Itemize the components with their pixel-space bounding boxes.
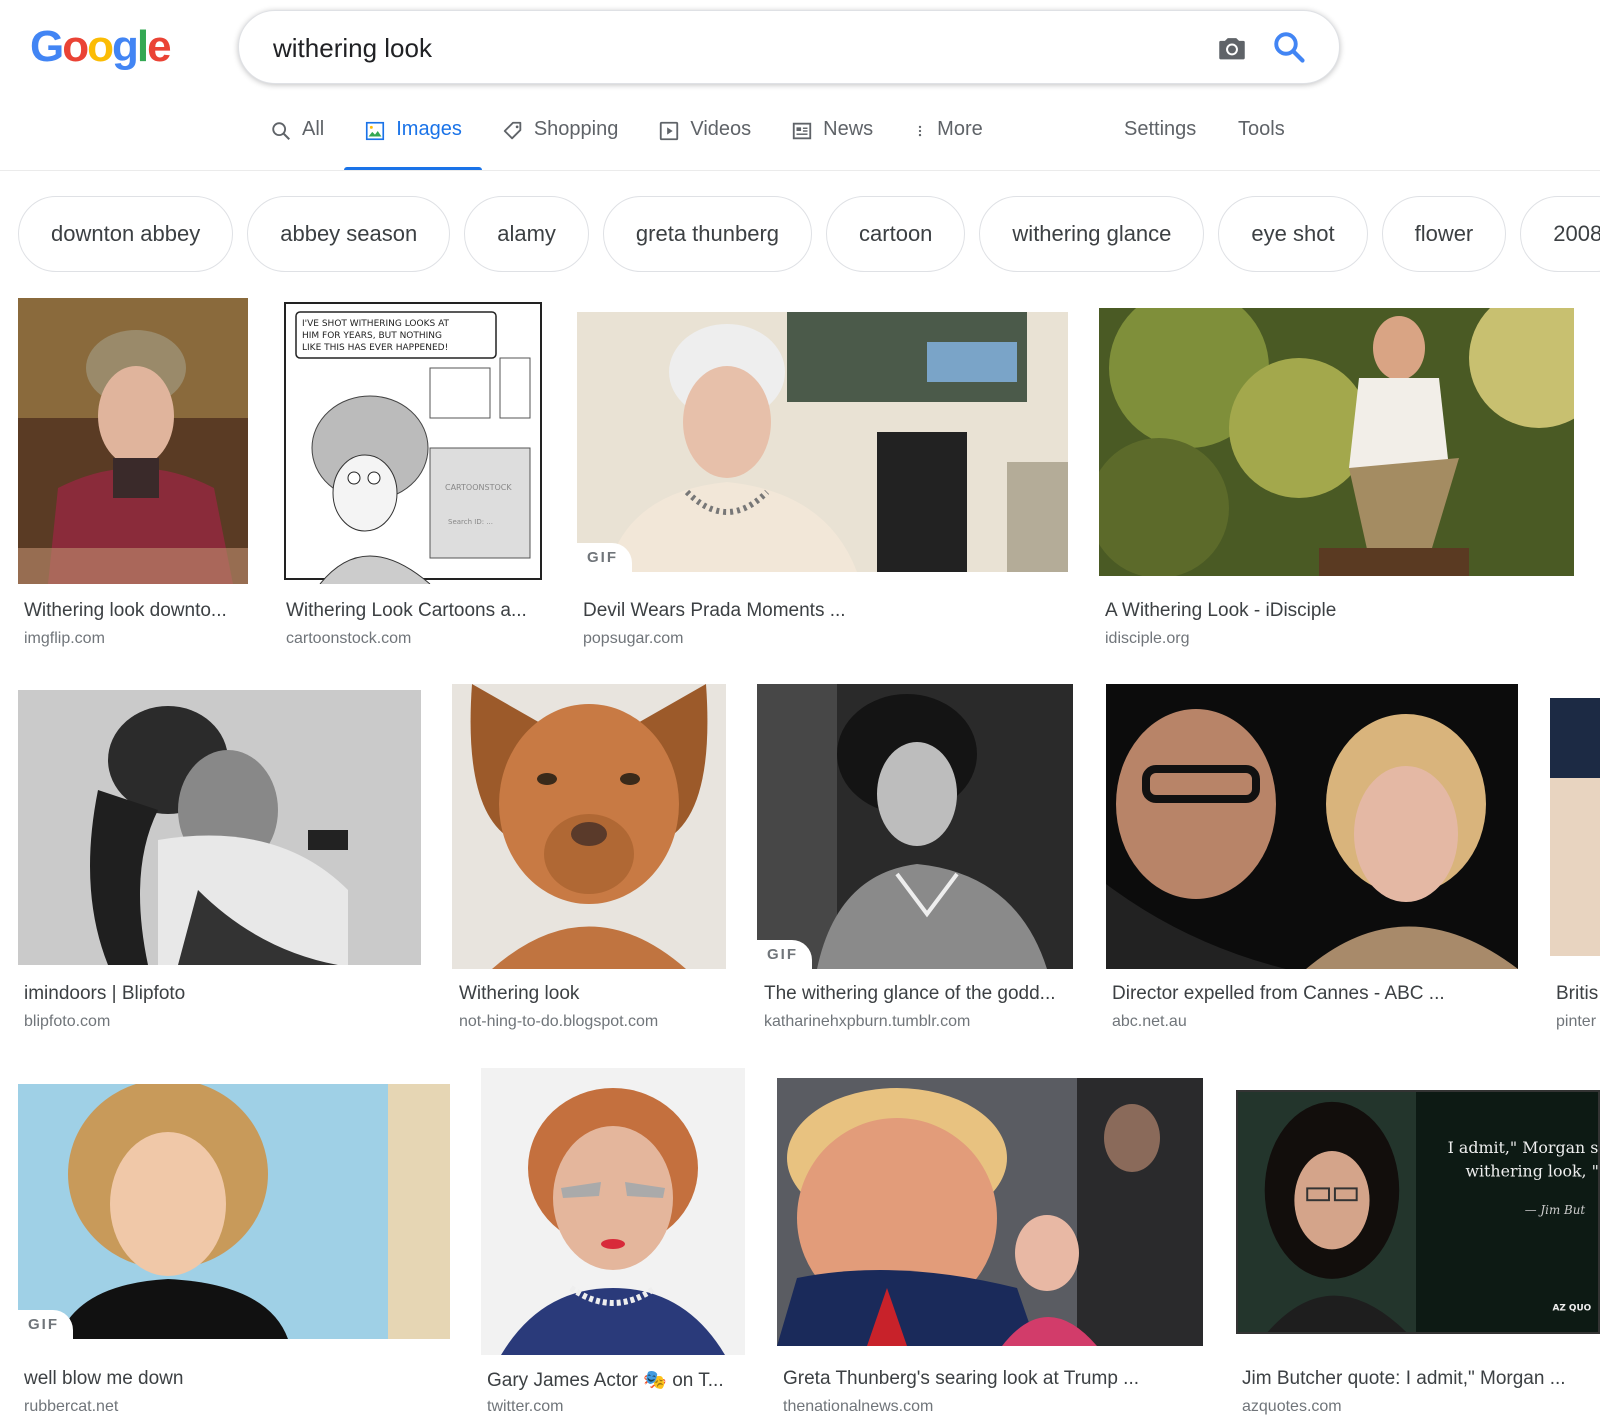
- result-title[interactable]: Britis: [1556, 983, 1600, 1005]
- result-source[interactable]: cartoonstock.com: [286, 630, 546, 648]
- image-icon: [366, 121, 385, 141]
- chip[interactable]: 2008: [1520, 196, 1600, 272]
- result-thumbnail[interactable]: [18, 690, 421, 965]
- search-box[interactable]: withering look: [238, 10, 1340, 84]
- chip[interactable]: downton abbey: [18, 196, 234, 272]
- gif-badge: GIF: [757, 940, 812, 969]
- search-tabs: All Images Shopping Videos News More: [270, 118, 1023, 170]
- result-thumbnail[interactable]: [1106, 684, 1518, 969]
- chip[interactable]: cartoon: [826, 196, 966, 272]
- result-thumbnail[interactable]: [18, 298, 248, 584]
- gif-badge: GIF: [18, 1310, 73, 1339]
- result-source[interactable]: abc.net.au: [1112, 1013, 1518, 1031]
- tab-images[interactable]: Images: [344, 118, 482, 170]
- search-icon[interactable]: [1271, 29, 1307, 65]
- tab-label: Images: [396, 118, 462, 140]
- chip[interactable]: abbey season: [247, 196, 451, 272]
- result-title[interactable]: imindoors | Blipfoto: [24, 983, 421, 1005]
- result-source[interactable]: thenationalnews.com: [783, 1398, 1203, 1416]
- logo-letter: l: [136, 22, 149, 71]
- result-title[interactable]: A Withering Look - iDisciple: [1105, 600, 1574, 622]
- chip[interactable]: alamy: [464, 196, 589, 272]
- result-title[interactable]: well blow me down: [24, 1368, 450, 1390]
- header-divider: [0, 170, 1600, 171]
- tag-icon: [503, 121, 522, 140]
- result-source[interactable]: pinter: [1556, 1013, 1600, 1031]
- result-thumbnail[interactable]: I admit," Morgan sa withering look, "I —…: [1236, 1090, 1600, 1334]
- result-source[interactable]: katharinehxpburn.tumblr.com: [764, 1013, 1073, 1031]
- tab-label: More: [937, 118, 983, 140]
- azquotes-logo: AZ QUO: [1553, 1303, 1592, 1313]
- logo-letter: G: [30, 22, 64, 71]
- result-title[interactable]: The withering glance of the godd...: [764, 983, 1073, 1005]
- quote-text: withering look, "I: [1465, 1162, 1598, 1181]
- result-source[interactable]: imgflip.com: [24, 630, 248, 648]
- tab-shopping[interactable]: Shopping: [502, 118, 619, 170]
- cartoon-caption: HIM FOR YEARS, BUT NOTHING: [302, 331, 442, 341]
- result-source[interactable]: azquotes.com: [1242, 1398, 1582, 1416]
- logo-letter: o: [62, 22, 89, 71]
- logo-letter: o: [87, 22, 114, 71]
- result-source[interactable]: rubbercat.net: [24, 1398, 450, 1416]
- result-thumbnail[interactable]: GIF: [18, 1084, 450, 1339]
- result-thumbnail[interactable]: GIF: [577, 312, 1068, 572]
- result-thumbnail[interactable]: [1550, 698, 1600, 956]
- cartoon-caption: I'VE SHOT WITHERING LOOKS AT: [302, 319, 450, 329]
- result-title[interactable]: Withering Look Cartoons a...: [286, 600, 546, 622]
- google-logo[interactable]: Google: [30, 22, 172, 72]
- result-thumbnail[interactable]: [452, 684, 726, 969]
- tab-label: News: [823, 118, 874, 140]
- result-source[interactable]: blipfoto.com: [24, 1013, 421, 1031]
- result-source[interactable]: idisciple.org: [1105, 630, 1574, 648]
- suggestion-chips: downton abbey abbey season alamy greta t…: [18, 196, 1600, 272]
- result-thumbnail[interactable]: [1099, 308, 1574, 576]
- result-title[interactable]: Devil Wears Prada Moments ...: [583, 600, 1068, 622]
- tab-label: Videos: [690, 118, 752, 140]
- chip[interactable]: eye shot: [1218, 196, 1368, 272]
- cartoon-search-id: Search ID: ...: [448, 518, 493, 526]
- result-title[interactable]: Director expelled from Cannes - ABC ...: [1112, 983, 1518, 1005]
- play-icon: [660, 121, 679, 141]
- tab-videos[interactable]: Videos: [658, 118, 751, 170]
- camera-icon[interactable]: [1215, 31, 1249, 65]
- chip[interactable]: greta thunberg: [602, 196, 813, 272]
- more-vert-icon: [919, 125, 922, 137]
- result-thumbnail[interactable]: GIF: [757, 684, 1073, 969]
- result-title[interactable]: Withering look: [459, 983, 726, 1005]
- tab-label: All: [302, 118, 325, 140]
- gif-badge: GIF: [577, 543, 632, 572]
- settings-link[interactable]: Settings: [1124, 118, 1196, 141]
- chip[interactable]: flower: [1381, 196, 1507, 272]
- result-title[interactable]: Greta Thunberg's searing look at Trump .…: [783, 1368, 1203, 1390]
- cartoon-watermark: CARTOONSTOCK: [445, 483, 512, 492]
- result-source[interactable]: twitter.com: [487, 1398, 745, 1416]
- tab-news[interactable]: News: [791, 118, 873, 170]
- tab-more[interactable]: More: [913, 118, 983, 170]
- search-icon: [272, 122, 290, 140]
- result-title[interactable]: Withering look downto...: [24, 600, 248, 622]
- tools-link[interactable]: Tools: [1238, 118, 1285, 141]
- result-title[interactable]: Gary James Actor 🎭 on T...: [487, 1368, 745, 1392]
- result-thumbnail[interactable]: I'VE SHOT WITHERING LOOKS AT HIM FOR YEA…: [280, 298, 546, 584]
- logo-letter: e: [147, 22, 172, 71]
- news-icon: [792, 122, 812, 140]
- result-thumbnail[interactable]: [777, 1078, 1203, 1346]
- quote-author: — Jim But: [1525, 1203, 1586, 1217]
- tab-all[interactable]: All: [270, 118, 324, 170]
- tab-label: Shopping: [533, 118, 619, 140]
- logo-letter: g: [112, 22, 139, 71]
- cartoon-caption: LIKE THIS HAS EVER HAPPENED!: [302, 343, 448, 353]
- result-thumbnail[interactable]: [481, 1068, 745, 1355]
- result-source[interactable]: popsugar.com: [583, 630, 1068, 648]
- result-source[interactable]: not-hing-to-do.blogspot.com: [459, 1013, 726, 1031]
- search-input[interactable]: withering look: [273, 33, 432, 64]
- chip[interactable]: withering glance: [979, 196, 1205, 272]
- result-title[interactable]: Jim Butcher quote: I admit," Morgan ...: [1242, 1368, 1582, 1390]
- quote-text: I admit," Morgan sa: [1448, 1138, 1598, 1157]
